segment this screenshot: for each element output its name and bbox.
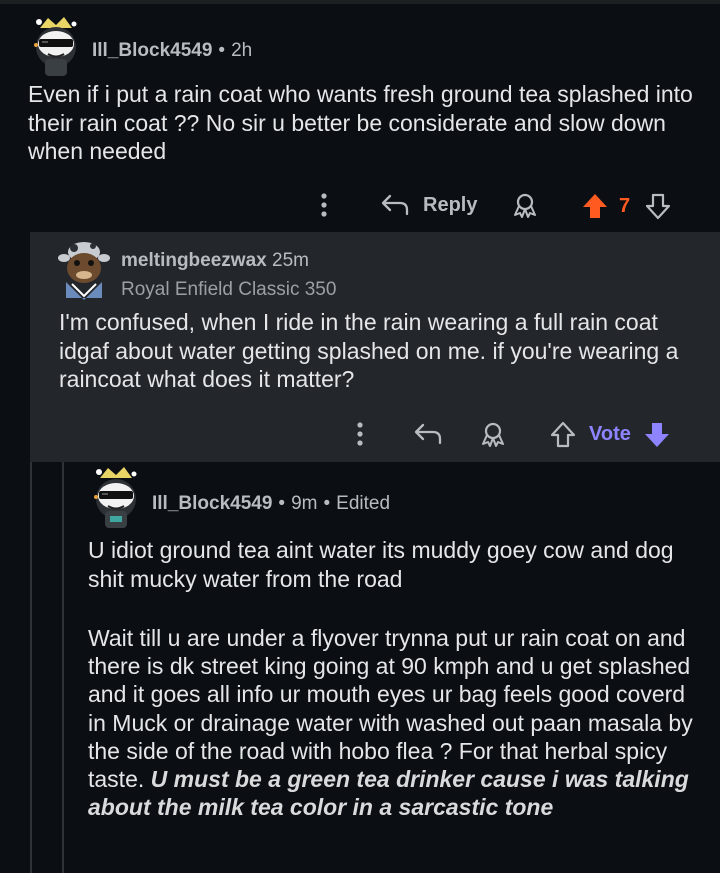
timestamp: 2h [231,40,253,61]
award-icon[interactable] [511,193,539,219]
award-icon[interactable] [479,422,507,448]
comment-2: meltingbeezwax 25m Royal Enfield Classic… [30,232,720,462]
thread-line [30,462,32,873]
snoo-sunglasses-avatar-icon[interactable] [90,464,142,530]
comment-body: I'm confused, when I ride in the rain we… [59,309,679,392]
comment-3: Ill_Block4549 • 9m • Edited U idiot ground t… [64,462,720,873]
more-options-icon[interactable] [350,421,370,447]
reply-button[interactable]: Reply [423,194,477,217]
emphasized-text: U must be a green tea drinker cause i wa… [88,766,689,821]
comment-paragraph: Wait till u are under a flyover trynna p… [88,624,708,821]
reply-arrow-icon[interactable] [413,422,443,446]
comment-meta: Ill_Block4549 • 2h [92,40,253,61]
timestamp: 9m [291,493,318,514]
username[interactable]: Ill_Block4549 [152,493,272,514]
user-flair: Royal Enfield Classic 350 [121,279,337,300]
timestamp: 25m [272,250,309,271]
reply-arrow-icon[interactable] [380,193,410,217]
comment-paragraph: U idiot ground tea aint water its muddy … [88,537,674,592]
username[interactable]: meltingbeezwax [121,250,267,271]
upvote-icon[interactable] [549,421,577,449]
comment-body: Even if i put a rain coat who wants fres… [28,81,693,164]
snoo-cow-avatar-icon[interactable] [58,236,110,302]
downvote-icon[interactable] [644,192,672,220]
comment-meta: meltingbeezwax 25m [121,250,309,272]
more-options-icon[interactable] [314,192,334,218]
comment-actions: Vote [30,419,720,449]
vote-count: 7 [619,195,631,217]
comment-actions: Reply 7 [0,190,720,220]
downvote-icon[interactable] [643,421,671,449]
comment-1: Ill_Block4549 • 2h Even if i put a rain co… [0,4,720,232]
upvote-icon[interactable] [581,192,609,220]
snoo-sunglasses-avatar-icon[interactable] [30,14,82,76]
edited-label: Edited [336,493,391,514]
vote-button[interactable]: Vote [589,423,631,446]
comment-meta: Ill_Block4549 • 9m • Edited [152,493,391,514]
username[interactable]: Ill_Block4549 [92,40,212,61]
